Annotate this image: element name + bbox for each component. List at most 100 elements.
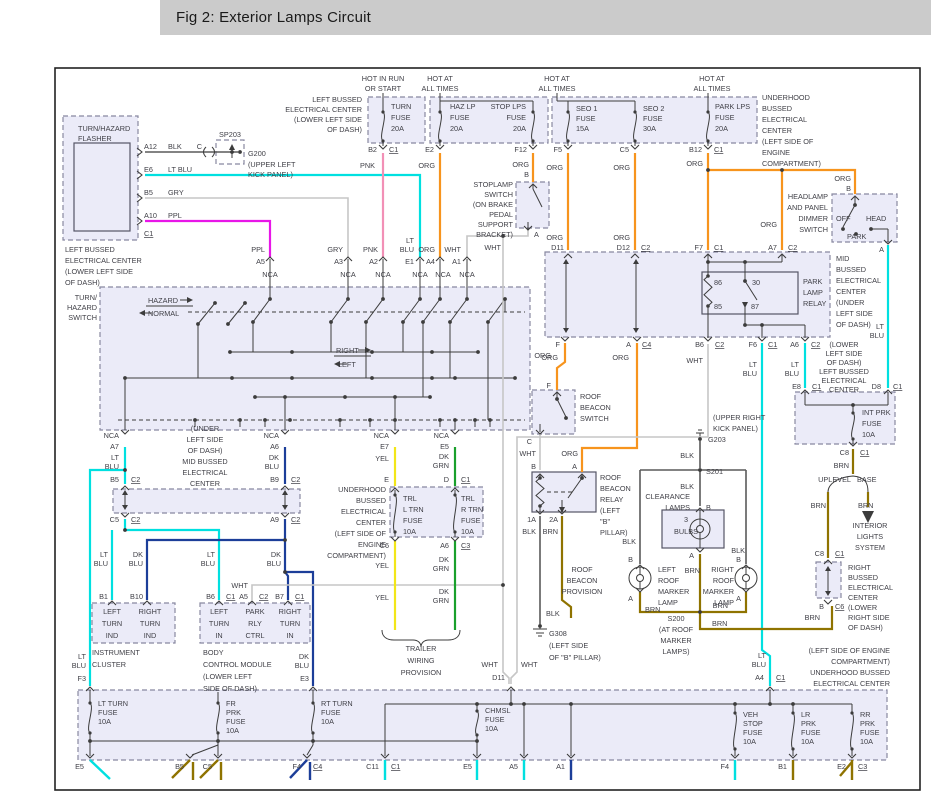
diagram-label: LT xyxy=(111,453,120,462)
diagram-label: BLU xyxy=(201,559,215,568)
diagram-label: HAZARD xyxy=(148,296,178,305)
diagram-label: (LOWER xyxy=(829,340,858,349)
diagram-label: CLUSTER xyxy=(92,660,126,669)
diagram-label: A2 xyxy=(369,257,378,266)
diagram-label: A10 xyxy=(144,211,157,220)
diagram-label: GRN xyxy=(433,564,449,573)
wire-org xyxy=(557,343,565,390)
diagram-label: NCA xyxy=(264,431,280,440)
diagram-label: COMPARTMENT) xyxy=(327,551,386,560)
diagram-label: E5 xyxy=(75,762,84,771)
diagram-label: OFF xyxy=(836,214,851,223)
diagram-label: WHT xyxy=(519,449,536,458)
diagram-label: STOP LPS xyxy=(491,102,527,111)
diagram-label: A xyxy=(572,462,577,471)
diagram-label: PARK xyxy=(245,607,264,616)
component-box-roof-beacon-switch xyxy=(532,390,575,434)
diagram-label: A xyxy=(736,594,741,603)
diagram-label: D xyxy=(444,475,449,484)
diagram-label: DK xyxy=(133,550,143,559)
diagram-label: GRN xyxy=(433,461,449,470)
diagram-label: IN xyxy=(215,631,222,640)
diagram-label: ROOF xyxy=(658,576,680,585)
diagram-label: TURN xyxy=(102,619,122,628)
diagram-label: BUSSED xyxy=(762,104,792,113)
diagram-label: C2 xyxy=(131,475,140,484)
diagram-label: ELECTRICAL xyxy=(341,507,386,516)
diagram-label: E2 xyxy=(425,145,434,154)
diagram-label: IN xyxy=(286,631,293,640)
diagram-label: LEFT BUSSED xyxy=(65,245,115,254)
diagram-label: BRN xyxy=(858,501,873,510)
diagram-label: 10A xyxy=(226,726,239,735)
fuse-end xyxy=(453,530,456,533)
diagram-label: LEFT xyxy=(338,360,356,369)
fuse-end xyxy=(311,731,314,734)
diagram-label: MID BUSSED xyxy=(182,457,227,466)
junction-dot xyxy=(853,203,857,207)
junction-dot xyxy=(743,323,747,327)
diagram-label: INT PRK xyxy=(862,408,891,417)
junction-dot xyxy=(346,297,350,301)
diagram-label: TURN/ xyxy=(75,293,98,302)
junction-dot xyxy=(476,350,480,354)
diagram-label: RIGHT SIDE xyxy=(848,613,890,622)
fuse-end xyxy=(88,701,91,704)
diagram-label: FUSE xyxy=(862,419,882,428)
diagram-label: OR START xyxy=(365,84,402,93)
diagram-label: GRN xyxy=(433,596,449,605)
junction-dot xyxy=(580,476,584,480)
diagram-label: F xyxy=(556,340,561,349)
coil-end xyxy=(538,504,542,508)
diagram-label: WHT xyxy=(484,243,501,252)
diagram-label: NORMAL xyxy=(148,309,179,318)
fuse-end xyxy=(216,731,219,734)
diagram-label: RIGHT xyxy=(336,346,359,355)
diagram-label: GRY xyxy=(168,188,184,197)
junction-dot xyxy=(438,418,442,422)
diagram-label: F xyxy=(547,381,552,390)
diagram-label: COMPARTMENT) xyxy=(831,657,890,666)
diagram-label: ELECTRICAL CENTER xyxy=(813,679,890,688)
diagram-label: STOPLAMP xyxy=(473,180,513,189)
coil-end xyxy=(706,304,710,308)
fuse-end xyxy=(453,493,456,496)
diagram-label: DK xyxy=(269,453,279,462)
fuse-end xyxy=(311,701,314,704)
diagram-label: SEO 1 xyxy=(576,104,598,113)
diagram-label: LEFT xyxy=(210,607,228,616)
diagram-label: B5 xyxy=(175,762,184,771)
junction-dot xyxy=(430,376,434,380)
junction-dot xyxy=(253,395,257,399)
diagram-label: E5 xyxy=(463,762,472,771)
diagram-label: ORG xyxy=(534,351,551,360)
diagram-label: BRN xyxy=(543,527,558,536)
junction-dot xyxy=(216,739,220,743)
wire-dkblu xyxy=(147,540,285,600)
diagram-label: BLU xyxy=(265,462,279,471)
diagram-label: BLK xyxy=(680,451,694,460)
junction-dot xyxy=(381,297,385,301)
diagram-label: BLU xyxy=(752,660,766,669)
diagram-label: A9 xyxy=(270,515,279,524)
diagram-label: E3 xyxy=(300,674,309,683)
diagram-label: UNDERHOOD xyxy=(338,485,386,494)
diagram-label: C4 xyxy=(313,762,322,771)
diagram-label: A12 xyxy=(144,142,157,151)
diagram-label: PROVISION xyxy=(401,668,442,677)
diagram-label: D11 xyxy=(551,243,564,252)
diagram-label: NCA xyxy=(375,270,391,279)
pin-connector xyxy=(633,337,641,341)
diagram-label: C6 xyxy=(835,602,844,611)
diagram-label: PRK xyxy=(801,719,816,728)
diagram-label: LEFT xyxy=(103,607,121,616)
diagram-label: (LOWER LEFT SIDE xyxy=(65,267,133,276)
diagram-label: (UPPER RIGHT xyxy=(713,413,766,422)
junction-dot xyxy=(453,418,457,422)
junction-dot xyxy=(393,418,397,422)
junction-dot xyxy=(555,397,559,401)
diagram-label: BODY xyxy=(203,648,224,657)
junction-dot xyxy=(368,418,372,422)
diagram-label: TURN xyxy=(280,619,300,628)
junction-dot xyxy=(486,320,490,324)
